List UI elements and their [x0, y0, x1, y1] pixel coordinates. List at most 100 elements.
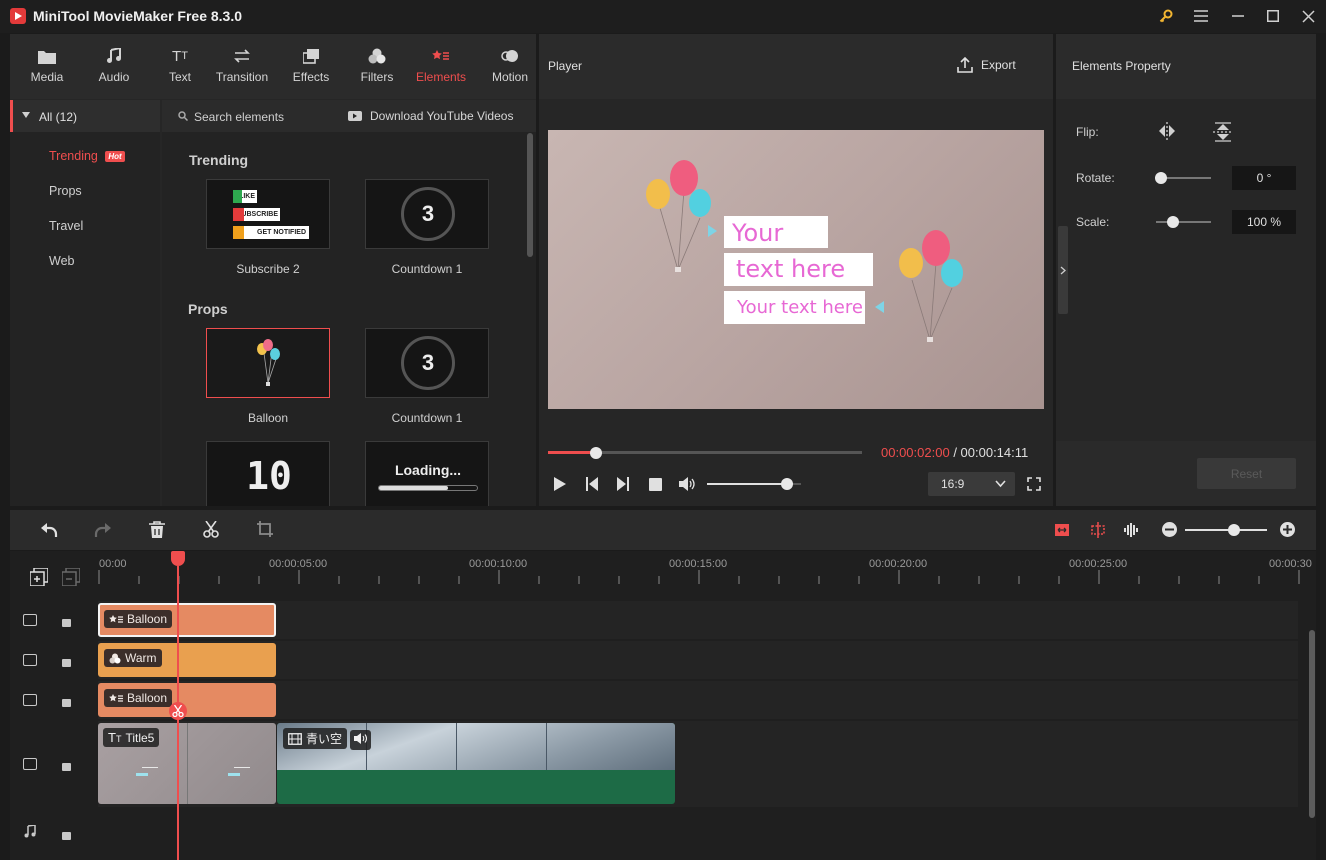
bell-icon — [233, 226, 244, 239]
tab-filters[interactable]: Filters — [354, 34, 400, 99]
tab-media[interactable]: Media — [27, 34, 67, 99]
lock-icon[interactable] — [62, 763, 71, 771]
export-button[interactable]: Export — [957, 57, 1016, 73]
section-props-title: Props — [188, 301, 228, 317]
maximize-button[interactable] — [1259, 4, 1287, 28]
minimize-button[interactable] — [1224, 4, 1252, 28]
scale-slider[interactable] — [1156, 221, 1211, 223]
playhead-handle[interactable] — [171, 551, 185, 566]
clip-video[interactable]: 青い空 — [277, 723, 675, 804]
delete-button[interactable] — [149, 521, 165, 541]
volume-button[interactable] — [679, 477, 697, 494]
snap-button[interactable] — [1090, 522, 1106, 541]
waveform-icon — [1124, 523, 1138, 537]
volume-handle[interactable] — [780, 478, 793, 490]
fullscreen-button[interactable] — [1027, 477, 1041, 494]
lock-icon[interactable] — [62, 832, 71, 840]
rotate-slider[interactable] — [1161, 177, 1211, 179]
fit-timeline-button[interactable] — [1054, 522, 1070, 541]
menu-icon[interactable] — [1187, 4, 1215, 28]
tab-elements[interactable]: Elements — [412, 34, 470, 99]
scale-handle[interactable] — [1166, 216, 1179, 228]
redo-button[interactable] — [94, 522, 112, 541]
download-youtube-link[interactable]: Download YouTube Videos — [370, 109, 513, 123]
rotate-value-input[interactable]: 0 ° — [1232, 166, 1296, 190]
fit-icon — [1055, 524, 1069, 536]
stop-button[interactable] — [649, 478, 662, 491]
search-icon — [178, 110, 189, 124]
tab-audio[interactable]: Audio — [94, 34, 134, 99]
category-trending[interactable]: Trending Hot — [49, 149, 125, 163]
category-travel[interactable]: Travel — [49, 219, 83, 233]
close-button[interactable] — [1294, 4, 1322, 28]
add-track-button[interactable] — [29, 567, 49, 589]
element-loading[interactable]: Loading... — [365, 441, 489, 506]
track-row — [98, 681, 1298, 719]
timeline-scrollbar[interactable] — [1309, 630, 1315, 818]
remove-track-button[interactable] — [61, 567, 81, 589]
elements-scrollbar[interactable] — [527, 133, 533, 257]
crop-button[interactable] — [257, 521, 273, 540]
elements-area: Search elements Download YouTube Videos … — [162, 100, 536, 506]
clip-title5[interactable]: TT Title5 — [98, 723, 276, 804]
lock-icon[interactable] — [62, 619, 71, 627]
category-all[interactable]: All (12) — [10, 100, 160, 132]
rotate-handle[interactable] — [1155, 172, 1167, 184]
category-web[interactable]: Web — [49, 254, 74, 268]
plus-icon — [1283, 525, 1292, 534]
zoom-slider[interactable] — [1185, 529, 1267, 531]
tab-effects[interactable]: Effects — [288, 34, 334, 99]
tab-text[interactable]: TT Text — [160, 34, 200, 99]
search-input[interactable]: Search elements — [194, 110, 284, 124]
tick-label: 00:00 — [99, 558, 127, 570]
section-trending-title: Trending — [189, 152, 249, 168]
clip-balloon-selected[interactable]: Balloon — [98, 603, 276, 637]
subscribe-icon — [233, 208, 244, 221]
category-props[interactable]: Props — [49, 184, 82, 198]
tab-motion[interactable]: Motion — [488, 34, 532, 99]
previous-frame-button[interactable] — [585, 477, 599, 494]
element-subscribe-2[interactable]: LIKE SUBSCRIBE GET NOTIFIED — [206, 179, 330, 249]
video-text-line-2[interactable]: text here — [724, 253, 873, 286]
effects-icon — [301, 46, 321, 66]
element-countdown-1[interactable]: 3 — [365, 179, 489, 249]
speaker-icon — [354, 733, 368, 744]
aspect-ratio-select[interactable]: 16:9 — [928, 472, 1015, 496]
clip-balloon[interactable]: Balloon — [98, 683, 276, 717]
video-text-line-1[interactable]: Your — [724, 216, 828, 248]
music-track-icon — [24, 824, 36, 841]
flip-vertical-icon — [1213, 122, 1233, 142]
zoom-out-button[interactable] — [1162, 522, 1177, 537]
tick-label: 00:00:30 — [1269, 558, 1312, 570]
motion-icon — [500, 46, 520, 66]
scale-value-input[interactable]: 100 % — [1232, 210, 1296, 234]
flip-vertical-button[interactable] — [1213, 122, 1233, 145]
zoom-in-button[interactable] — [1280, 522, 1295, 537]
flip-horizontal-button[interactable] — [1157, 122, 1177, 143]
audio-mixer-button[interactable] — [1123, 522, 1139, 541]
clip-warm-filter[interactable]: Warm — [98, 643, 276, 677]
next-frame-button[interactable] — [616, 477, 630, 494]
collapse-property-button[interactable] — [1058, 226, 1068, 314]
element-countdown-1-props[interactable]: 3 — [365, 328, 489, 398]
video-text-line-3[interactable]: Your text here — [724, 291, 865, 324]
tab-transition[interactable]: Transition — [212, 34, 272, 99]
youtube-download-icon — [348, 110, 362, 124]
key-icon[interactable] — [1152, 4, 1180, 28]
property-panel — [1056, 34, 1316, 506]
play-icon — [554, 477, 566, 491]
reset-button[interactable]: Reset — [1197, 458, 1296, 489]
video-preview[interactable]: Your text here Your text here — [548, 130, 1044, 409]
tick-label: 00:00:25:00 — [1069, 558, 1128, 570]
play-button[interactable] — [553, 477, 567, 494]
undo-button[interactable] — [40, 522, 58, 541]
split-marker[interactable] — [169, 702, 187, 720]
hot-badge: Hot — [105, 151, 125, 163]
lock-icon[interactable] — [62, 699, 71, 707]
element-number-10[interactable]: 10 — [206, 441, 330, 506]
chevron-down-icon — [22, 112, 30, 118]
split-button[interactable] — [203, 520, 219, 541]
clip-audio-icon[interactable] — [350, 730, 371, 750]
element-balloon[interactable] — [206, 328, 330, 398]
lock-icon[interactable] — [62, 659, 71, 667]
